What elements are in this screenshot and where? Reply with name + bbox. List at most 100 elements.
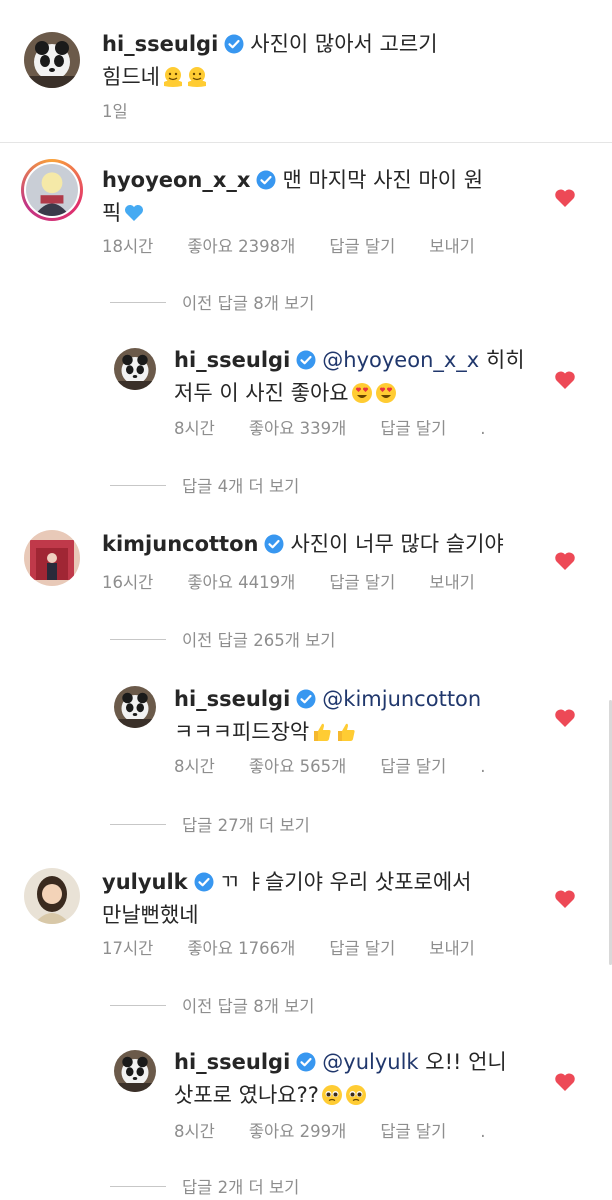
caption-meta: 1일 xyxy=(102,98,162,122)
verified-badge-icon xyxy=(296,1052,316,1072)
reply-2-reply-button[interactable]: 답글 달기 xyxy=(380,753,446,777)
comment-3-likes[interactable]: 좋아요 1766개 xyxy=(187,935,295,959)
comment-1-meta: 18시간 좋아요 2398개 답글 달기 보내기 xyxy=(102,233,509,257)
comment-2-time: 16시간 xyxy=(102,573,154,592)
comment-1-time: 18시간 xyxy=(102,237,154,256)
reply-1-likes[interactable]: 좋아요 339개 xyxy=(249,415,346,439)
thumbs-up-emoji xyxy=(311,721,333,743)
reply-1-text: hi_sseulgi @hyoyeon_x_x 히히 저두 이 사진 좋아요 xyxy=(174,344,544,410)
view-previous-label: 이전 답글 265개 보기 xyxy=(182,631,336,650)
view-more-label: 답글 2개 더 보기 xyxy=(182,1178,300,1197)
comment-1-avatar[interactable] xyxy=(21,159,83,221)
comment-1-likes[interactable]: 좋아요 2398개 xyxy=(187,233,295,257)
reply-3-time: 8시간 xyxy=(174,1122,215,1141)
divider-line xyxy=(110,823,166,825)
caption-username[interactable]: hi_sseulgi xyxy=(102,32,218,56)
reply-2-mention[interactable]: @kimjuncotton xyxy=(322,687,481,711)
caption-avatar[interactable] xyxy=(24,32,80,88)
reply-3-meta: 8시간 좋아요 299개 답글 달기. xyxy=(174,1118,486,1142)
reply-3-mention[interactable]: @yulyulk xyxy=(322,1050,418,1074)
reply-1-meta: 8시간 좋아요 339개 답글 달기. xyxy=(174,415,486,439)
reply-3-username[interactable]: hi_sseulgi xyxy=(174,1050,290,1074)
comment-2-text: kimjuncotton 사진이 너무 많다 슬기야 xyxy=(102,528,542,561)
verified-badge-icon xyxy=(194,872,214,892)
pleading-face-emoji xyxy=(321,1084,343,1106)
reply-3-text: hi_sseulgi @yulyulk 오!! 언니 삿포로 였나요?? xyxy=(174,1046,544,1112)
reply-1-avatar[interactable] xyxy=(114,348,156,390)
comment-1-like-heart-icon[interactable] xyxy=(554,188,576,208)
comment-3-like-heart-icon[interactable] xyxy=(554,889,576,909)
reply-3-text-line2: 삿포로 였나요?? xyxy=(174,1083,319,1107)
comment-2-text-line1: 사진이 너무 많다 슬기야 xyxy=(290,532,504,556)
view-previous-label: 이전 답글 8개 보기 xyxy=(182,997,315,1016)
caption-text: hi_sseulgi 사진이 많아서 고르기 힘드네 xyxy=(102,28,522,94)
reply-3-options[interactable]: . xyxy=(480,1122,485,1141)
reply-3-text-line1: 오!! 언니 xyxy=(425,1050,507,1074)
caption-divider xyxy=(0,142,612,143)
reply-3-reply-button[interactable]: 답글 달기 xyxy=(380,1118,446,1142)
comment-1-username[interactable]: hyoyeon_x_x xyxy=(102,168,250,192)
view-previous-label: 이전 답글 8개 보기 xyxy=(182,294,315,313)
comment-1-reply-button[interactable]: 답글 달기 xyxy=(329,233,395,257)
heart-eyes-emoji xyxy=(351,382,373,404)
caption-time: 1일 xyxy=(102,102,128,121)
verified-badge-icon xyxy=(296,689,316,709)
comment-2-like-heart-icon[interactable] xyxy=(554,551,576,571)
comment-2-likes[interactable]: 좋아요 4419개 xyxy=(187,569,295,593)
comment-1-view-more-replies[interactable]: 답글 4개 더 보기 xyxy=(110,473,299,497)
reply-1-username[interactable]: hi_sseulgi xyxy=(174,348,290,372)
reply-2-like-heart-icon[interactable] xyxy=(554,708,576,728)
reply-1-mention[interactable]: @hyoyeon_x_x xyxy=(322,348,479,372)
comment-3-avatar[interactable] xyxy=(24,868,80,924)
reply-3-like-heart-icon[interactable] xyxy=(554,1072,576,1092)
verified-badge-icon xyxy=(264,534,284,554)
comment-1-text: hyoyeon_x_x 맨 마지막 사진 마이 원 픽 xyxy=(102,164,542,230)
reply-2-avatar[interactable] xyxy=(114,686,156,728)
heart-eyes-emoji xyxy=(375,382,397,404)
comment-1-send-button[interactable]: 보내기 xyxy=(429,233,475,257)
reply-2-meta: 8시간 좋아요 565개 답글 달기. xyxy=(174,753,486,777)
reply-2-text: hi_sseulgi @kimjuncotton ㅋㅋㅋ피드장악 xyxy=(174,683,544,749)
comment-3-username[interactable]: yulyulk xyxy=(102,870,188,894)
blue-heart-emoji xyxy=(123,202,145,224)
reply-1-reply-button[interactable]: 답글 달기 xyxy=(380,415,446,439)
divider-line xyxy=(110,1004,166,1006)
reply-1-time: 8시간 xyxy=(174,419,215,438)
comment-3-reply-button[interactable]: 답글 달기 xyxy=(329,935,395,959)
reply-1-text-line1: 히히 xyxy=(485,348,525,372)
verified-badge-icon xyxy=(256,170,276,190)
reply-2-time: 8시간 xyxy=(174,757,215,776)
comment-1-view-previous-replies[interactable]: 이전 답글 8개 보기 xyxy=(110,290,315,314)
divider-line xyxy=(110,301,166,303)
divider-line xyxy=(110,484,166,486)
comment-3-send-button[interactable]: 보내기 xyxy=(429,935,475,959)
reply-3-likes[interactable]: 좋아요 299개 xyxy=(249,1118,346,1142)
comment-1-text-line2: 픽 xyxy=(102,201,122,225)
verified-badge-icon xyxy=(224,34,244,54)
reply-1-like-heart-icon[interactable] xyxy=(554,370,576,390)
comment-2-avatar[interactable] xyxy=(24,530,80,586)
verified-badge-icon xyxy=(296,350,316,370)
view-more-label: 답글 27개 더 보기 xyxy=(182,816,310,835)
view-more-label: 답글 4개 더 보기 xyxy=(182,477,300,496)
comment-3-view-more-replies[interactable]: 답글 2개 더 보기 xyxy=(110,1174,299,1198)
comment-2-send-button[interactable]: 보내기 xyxy=(429,569,475,593)
comment-3-text: yulyulk ㄲ ㅑ슬기야 우리 삿포로에서 만날뻔했네 xyxy=(102,866,542,932)
melting-face-emoji xyxy=(162,66,184,88)
comment-2-view-more-replies[interactable]: 답글 27개 더 보기 xyxy=(110,812,310,836)
comment-3-meta: 17시간 좋아요 1766개 답글 달기 보내기 xyxy=(102,935,509,959)
comment-2-view-previous-replies[interactable]: 이전 답글 265개 보기 xyxy=(110,627,336,651)
reply-2-options[interactable]: . xyxy=(480,757,485,776)
reply-2-username[interactable]: hi_sseulgi xyxy=(174,687,290,711)
comment-2-reply-button[interactable]: 답글 달기 xyxy=(329,569,395,593)
comment-2-username[interactable]: kimjuncotton xyxy=(102,532,258,556)
divider-line xyxy=(110,1185,166,1187)
comment-1-text-line1: 맨 마지막 사진 마이 원 xyxy=(282,168,484,192)
reply-1-options[interactable]: . xyxy=(480,419,485,438)
caption-text-line1: 사진이 많아서 고르기 xyxy=(250,32,438,56)
reply-2-text-line2: ㅋㅋㅋ피드장악 xyxy=(174,720,310,744)
comment-3-view-previous-replies[interactable]: 이전 답글 8개 보기 xyxy=(110,993,315,1017)
reply-3-avatar[interactable] xyxy=(114,1050,156,1092)
reply-2-likes[interactable]: 좋아요 565개 xyxy=(249,753,346,777)
comment-3-text-line1: ㄲ ㅑ슬기야 우리 삿포로에서 xyxy=(219,870,472,894)
